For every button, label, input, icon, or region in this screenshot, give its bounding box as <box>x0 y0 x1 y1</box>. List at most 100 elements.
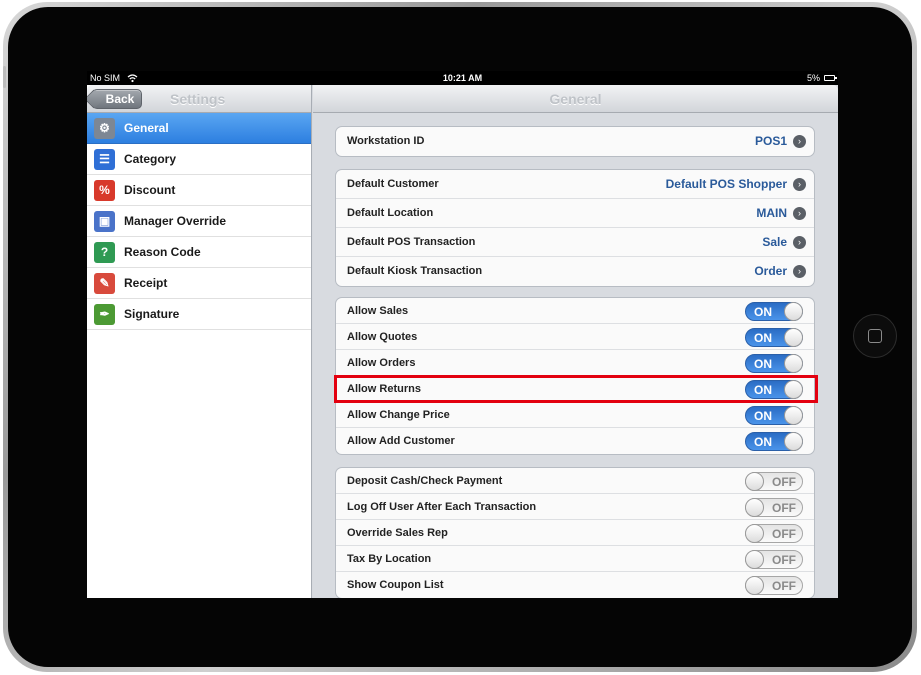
workstation-group: Workstation ID POS1 › <box>335 126 815 157</box>
show-coupon-list-row: Show Coupon List OFF <box>336 572 814 598</box>
settings-menu: ⚙ General ☰ Category % Discount ▣ Manage… <box>87 113 311 330</box>
manager-icon: ▣ <box>94 211 115 232</box>
sidebar-item-receipt[interactable]: ✎ Receipt <box>87 268 311 299</box>
other-options-group: Deposit Cash/Check Payment OFF Log Off U… <box>335 467 815 598</box>
tax-by-location-row: Tax By Location OFF <box>336 546 814 572</box>
show-coupon-list-toggle[interactable]: OFF <box>745 576 803 595</box>
toggle-knob <box>745 498 764 517</box>
row-label: Allow Quotes <box>347 331 418 343</box>
allow-change-price-row: Allow Change Price ON <box>336 402 814 428</box>
signature-icon: ✒ <box>94 304 115 325</box>
row-label: Default Location <box>347 207 434 219</box>
sidebar-item-label: Discount <box>124 183 176 197</box>
allow-sales-row: Allow Sales ON <box>336 298 814 324</box>
toggle-knob <box>784 302 803 321</box>
page-title: General <box>549 91 602 107</box>
settings-sidebar: Back Settings ⚙ General ☰ Category % Dis… <box>87 85 312 598</box>
tax-by-location-toggle[interactable]: OFF <box>745 550 803 569</box>
row-label: Log Off User After Each Transaction <box>347 501 537 513</box>
default-kiosk-transaction-row[interactable]: Default Kiosk Transaction Order › <box>336 257 814 286</box>
status-bar: No SIM 10:21 AM 5% <box>87 71 838 85</box>
default-pos-transaction-row[interactable]: Default POS Transaction Sale › <box>336 228 814 257</box>
row-label: Deposit Cash/Check Payment <box>347 475 503 487</box>
sidebar-item-category[interactable]: ☰ Category <box>87 144 311 175</box>
row-label: Allow Change Price <box>347 409 450 421</box>
toggle-state: OFF <box>772 527 796 541</box>
general-settings-panel: General Workstation ID POS1 › Default Cu… <box>313 85 838 598</box>
sidebar-item-signature[interactable]: ✒ Signature <box>87 299 311 330</box>
detail-navbar: General <box>313 85 838 113</box>
row-label: Allow Orders <box>347 357 416 369</box>
row-label: Tax By Location <box>347 553 432 565</box>
sidebar-item-label: General <box>124 121 169 135</box>
toggle-state: ON <box>754 305 772 319</box>
log-off-user-row: Log Off User After Each Transaction OFF <box>336 494 814 520</box>
home-button[interactable] <box>853 314 897 358</box>
toggle-state: OFF <box>772 553 796 567</box>
receipt-icon: ✎ <box>94 273 115 294</box>
workstation-id-row[interactable]: Workstation ID POS1 › <box>336 127 814 156</box>
toggle-knob <box>784 354 803 373</box>
sidebar-item-label: Category <box>124 152 177 166</box>
allow-orders-toggle[interactable]: ON <box>745 354 803 373</box>
discount-tag-icon: % <box>94 180 115 201</box>
toggle-state: ON <box>754 409 772 423</box>
override-sales-rep-toggle[interactable]: OFF <box>745 524 803 543</box>
row-label: Allow Sales <box>347 305 409 317</box>
sidebar-item-general[interactable]: ⚙ General <box>87 113 311 144</box>
toggle-knob <box>745 524 764 543</box>
toggle-state: OFF <box>772 501 796 515</box>
row-value: POS1 <box>754 134 787 148</box>
allow-permissions-group: Allow Sales ON Allow Quotes ON Allow Ord… <box>335 297 815 455</box>
gear-icon: ⚙ <box>94 118 115 139</box>
home-square-icon <box>868 329 882 343</box>
toggle-knob <box>745 550 764 569</box>
log-off-user-toggle[interactable]: OFF <box>745 498 803 517</box>
toggle-state: ON <box>754 331 772 345</box>
chevron-right-icon: › <box>793 265 806 278</box>
sidebar-item-label: Receipt <box>124 276 168 290</box>
allow-quotes-toggle[interactable]: ON <box>745 328 803 347</box>
allow-returns-toggle[interactable]: ON <box>745 380 803 399</box>
default-location-row[interactable]: Default Location MAIN › <box>336 199 814 228</box>
defaults-group: Default Customer Default POS Shopper › D… <box>335 169 815 287</box>
default-customer-row[interactable]: Default Customer Default POS Shopper › <box>336 170 814 199</box>
chevron-right-icon: › <box>793 135 806 148</box>
chevron-right-icon: › <box>793 207 806 220</box>
battery-icon <box>824 75 837 81</box>
toggle-knob <box>784 432 803 451</box>
allow-change-price-toggle[interactable]: ON <box>745 406 803 425</box>
toggle-knob <box>784 406 803 425</box>
row-value: Sale <box>762 235 787 249</box>
toggle-state: ON <box>754 383 772 397</box>
sidebar-navbar: Back Settings <box>87 85 311 113</box>
deposit-cash-check-toggle[interactable]: OFF <box>745 472 803 491</box>
deposit-cash-check-row: Deposit Cash/Check Payment OFF <box>336 468 814 494</box>
back-button[interactable]: Back <box>92 89 142 109</box>
toggle-knob <box>745 472 764 491</box>
row-label: Default POS Transaction <box>347 236 476 248</box>
row-label: Allow Add Customer <box>347 435 455 447</box>
toggle-knob <box>784 380 803 399</box>
allow-orders-row: Allow Orders ON <box>336 350 814 376</box>
sidebar-item-manager-override[interactable]: ▣ Manager Override <box>87 206 311 237</box>
row-label: Default Customer <box>347 178 439 190</box>
allow-returns-row: Allow Returns ON <box>336 376 814 402</box>
row-value: Order <box>754 264 787 278</box>
allow-sales-toggle[interactable]: ON <box>745 302 803 321</box>
back-button-label: Back <box>105 92 135 106</box>
toggle-knob <box>745 576 764 595</box>
battery-percent: 5% <box>806 73 820 83</box>
allow-quotes-row: Allow Quotes ON <box>336 324 814 350</box>
chevron-right-icon: › <box>793 236 806 249</box>
allow-add-customer-row: Allow Add Customer ON <box>336 428 814 454</box>
sidebar-item-reason-code[interactable]: ? Reason Code <box>87 237 311 268</box>
toggle-state: ON <box>754 435 772 449</box>
clock: 10:21 AM <box>442 73 483 83</box>
allow-add-customer-toggle[interactable]: ON <box>745 432 803 451</box>
row-label: Default Kiosk Transaction <box>347 265 483 277</box>
sidebar-item-discount[interactable]: % Discount <box>87 175 311 206</box>
reason-code-icon: ? <box>94 242 115 263</box>
sidebar-item-label: Signature <box>124 307 180 321</box>
row-value: Default POS Shopper <box>665 177 787 191</box>
